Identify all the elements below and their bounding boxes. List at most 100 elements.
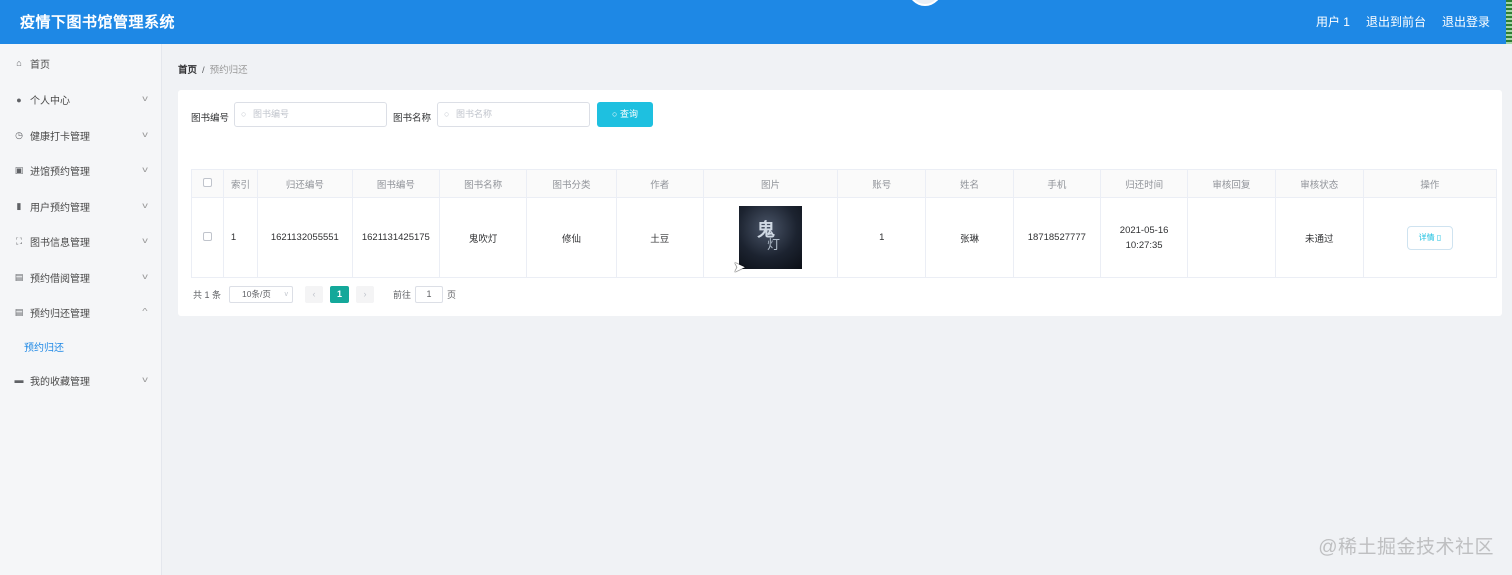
- page-size-value: 10条/页: [242, 289, 271, 299]
- cell-book-name: 鬼吹灯: [438, 197, 528, 278]
- next-page-button[interactable]: ›: [356, 286, 375, 303]
- table-row[interactable]: 1 1621132055551 1621131425175 鬼吹灯 修仙 土豆 …: [191, 197, 1498, 278]
- sidebar-item-personal-center[interactable]: ● 个人中心 v: [0, 82, 161, 118]
- search-icon: ○: [612, 109, 620, 119]
- sidebar: ⌂ 首页 ● 个人中心 v ◷ 健康打卡管理 v ▣ 进馆预约管理 v ▮ 用户…: [0, 44, 162, 575]
- chevron-down-icon: v: [142, 271, 148, 281]
- column-header: 审核状态: [1274, 169, 1364, 198]
- goto-suffix: 页: [447, 290, 457, 300]
- sidebar-item-label: 预约归还: [24, 343, 64, 354]
- sidebar-item-label: 个人中心: [30, 96, 70, 108]
- chevron-down-icon: v: [142, 374, 148, 384]
- page-size-select[interactable]: 10条/页 v: [229, 286, 294, 303]
- chevron-down-icon: v: [284, 291, 289, 298]
- back-to-front-link[interactable]: 退出到前台: [1366, 13, 1426, 30]
- cell-book-no: 1621131425175: [351, 197, 440, 278]
- cell-category: 修仙: [526, 197, 617, 278]
- sidebar-item-label: 进馆预约管理: [30, 167, 90, 179]
- cell-review-status: 未通过: [1274, 197, 1364, 278]
- sidebar-item-book-info[interactable]: ⛶ 图书信息管理 v: [0, 224, 161, 260]
- chevron-down-icon: v: [142, 129, 148, 139]
- table-header-row: 索引 归还编号 图书编号 图书名称 图书分类 作者 图片 账号 姓名 手机 归还…: [191, 169, 1498, 198]
- logout-link[interactable]: 退出登录: [1442, 13, 1490, 30]
- book-no-input[interactable]: ○ 图书编号: [234, 102, 387, 127]
- column-header: 账号: [837, 169, 927, 198]
- sidebar-item-entry-reservation[interactable]: ▣ 进馆预约管理 v: [0, 153, 161, 189]
- cell-account: 1: [837, 197, 927, 278]
- cell-author: 土豆: [615, 197, 704, 278]
- column-header: 图片: [702, 169, 839, 198]
- briefcase-icon: ▣: [14, 165, 24, 176]
- column-header: 图书分类: [526, 169, 617, 198]
- chevron-down-icon: v: [142, 200, 148, 210]
- monitor-icon: ▬: [14, 375, 24, 386]
- document-icon: ▯: [1436, 232, 1442, 242]
- main-panel: 图书编号 ○ 图书编号 图书名称 ○ 图书名称 ○ 查询 索引 归还编号 图书编…: [178, 90, 1502, 316]
- book-no-label: 图书编号: [191, 113, 230, 124]
- breadcrumb: 首页 / 预约归还: [178, 62, 248, 76]
- sidebar-item-home[interactable]: ⌂ 首页: [0, 44, 161, 82]
- breadcrumb-current: 预约归还: [209, 65, 248, 76]
- detail-button-label: 详情: [1418, 232, 1435, 242]
- pagination: 共 1 条 10条/页 v ‹ 1 › 前往 1 页: [193, 286, 456, 303]
- total-count: 共 1 条: [193, 290, 222, 300]
- cell-return-no: 1621132055551: [256, 197, 353, 278]
- chevron-down-icon: v: [142, 236, 148, 245]
- column-header: 图书名称: [438, 169, 528, 198]
- book-name-label: 图书名称: [393, 113, 432, 124]
- watermark: @稀土掘金技术社区: [1318, 537, 1494, 558]
- breadcrumb-home[interactable]: 首页: [178, 65, 197, 76]
- column-header: 归还编号: [256, 169, 353, 198]
- column-header: 手机: [1012, 169, 1101, 198]
- sidebar-item-borrow-reservation[interactable]: ▤ 预约借阅管理 v: [0, 260, 161, 296]
- column-header: 姓名: [925, 169, 1014, 198]
- clock-icon: ◷: [15, 129, 23, 140]
- chevron-up-icon: ^: [142, 307, 148, 316]
- select-all-checkbox[interactable]: [202, 177, 212, 187]
- row-checkbox[interactable]: [202, 231, 212, 241]
- sidebar-item-label: 首页: [30, 59, 50, 71]
- detail-button[interactable]: 详情 ▯: [1406, 225, 1453, 250]
- search-icon: ○: [241, 109, 247, 119]
- sidebar-item-label: 用户预约管理: [30, 202, 90, 214]
- fullscreen-icon: ⛶: [15, 236, 23, 247]
- sidebar-item-label: 预约归还管理: [30, 309, 90, 321]
- chevron-down-icon: v: [142, 165, 148, 174]
- avatar[interactable]: [908, 0, 942, 6]
- select-all-cell[interactable]: [191, 169, 224, 198]
- column-header: 归还时间: [1099, 169, 1189, 198]
- row-select-cell[interactable]: [191, 197, 224, 278]
- breadcrumb-separator: /: [202, 65, 205, 76]
- prev-page-button[interactable]: ‹: [305, 286, 324, 303]
- query-button-label: 查询: [619, 109, 638, 119]
- clipboard-icon: ▤: [14, 307, 24, 318]
- chevron-down-icon: v: [142, 94, 148, 103]
- sidebar-item-label: 健康打卡管理: [30, 131, 90, 143]
- sidebar-item-favorites[interactable]: ▬ 我的收藏管理 v: [0, 363, 161, 399]
- column-header: 操作: [1362, 169, 1498, 198]
- cell-image: 鬼灯: [702, 197, 839, 278]
- goto-page-input[interactable]: 1: [415, 286, 444, 303]
- column-header: 索引: [222, 169, 258, 198]
- user-icon: ●: [16, 94, 22, 105]
- sidebar-item-user-reservation[interactable]: ▮ 用户预约管理 v: [0, 189, 161, 225]
- cell-return-time: 2021-05-16 10:27:35: [1099, 197, 1189, 278]
- cell-review-reply: [1187, 197, 1276, 278]
- book-name-input[interactable]: ○ 图书名称: [437, 102, 590, 127]
- sidebar-item-health-checkin[interactable]: ◷ 健康打卡管理 v: [0, 118, 161, 154]
- query-button[interactable]: ○ 查询: [597, 102, 653, 127]
- book-no-placeholder: 图书编号: [253, 109, 290, 119]
- goto-label: 前往: [393, 290, 412, 300]
- sidebar-subitem-return[interactable]: 预约归还: [0, 331, 161, 363]
- home-icon: ⌂: [16, 58, 22, 68]
- return-table: 索引 归还编号 图书编号 图书名称 图书分类 作者 图片 账号 姓名 手机 归还…: [191, 169, 1498, 278]
- sidebar-item-return-reservation[interactable]: ▤ 预约归还管理 ^: [0, 295, 161, 331]
- mouse-cursor-icon: ➤: [733, 259, 746, 276]
- clipboard-icon: ▤: [14, 271, 24, 282]
- column-header: 图书编号: [351, 169, 440, 198]
- user-link[interactable]: 用户 1: [1316, 13, 1350, 30]
- column-header: 作者: [615, 169, 704, 198]
- column-header: 审核回复: [1187, 169, 1276, 198]
- page-1-button[interactable]: 1: [330, 286, 350, 303]
- book-cover-image[interactable]: 鬼灯: [739, 206, 802, 269]
